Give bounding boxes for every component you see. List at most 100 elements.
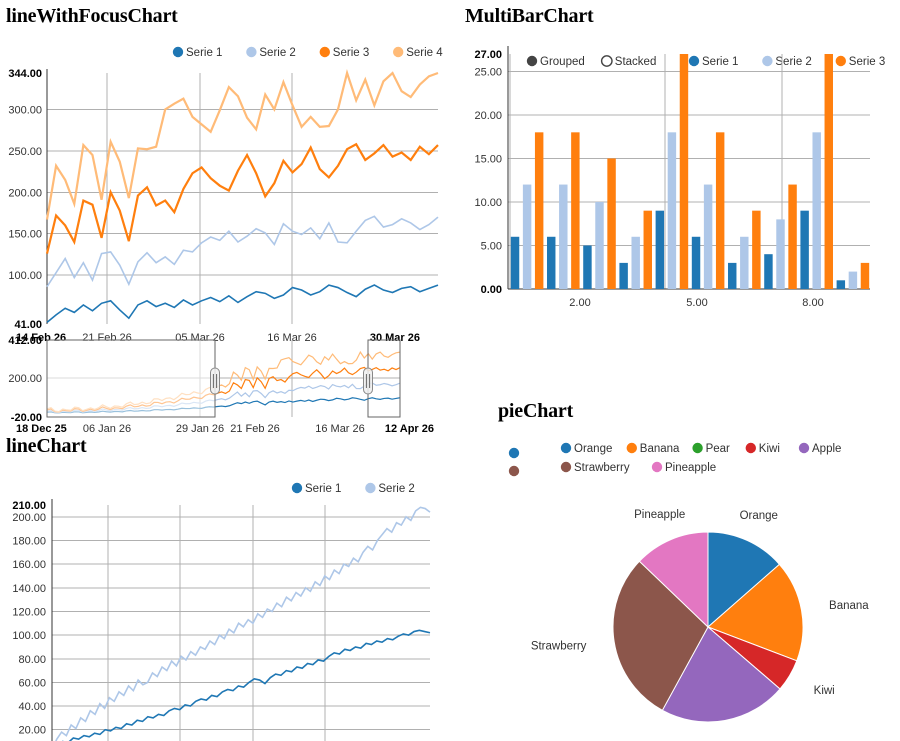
legend-dot-serie-1[interactable] — [172, 46, 184, 58]
pie-legend[interactable]: Orange Banana Pear Kiwi Apple Strawberry Pinea… — [560, 442, 842, 474]
y-axis-tick-140.00: 140.00 — [12, 583, 46, 595]
bar-serie-3[interactable] — [534, 132, 544, 289]
pie-legend-overflow-dots[interactable] — [508, 447, 520, 477]
bar-serie-2[interactable] — [595, 201, 604, 289]
bar-serie-1[interactable] — [691, 236, 701, 289]
y-axis-tick-250.00: 250.00 — [8, 146, 42, 158]
y-axis-tick-344.00: 344.00 — [8, 68, 42, 80]
bar-serie-3[interactable] — [571, 132, 580, 289]
y-axis-tick-40.00: 40.00 — [18, 701, 46, 713]
bar-serie-1[interactable] — [800, 210, 809, 289]
legend-label-serie-1: Serie 1 — [186, 47, 222, 59]
legend-dot-serie-2[interactable] — [762, 55, 773, 67]
panel-line-with-focus-chart: lineWithFocusChart Serie 1 Serie 2 Serie 3… — [0, 0, 450, 435]
bar-serie-1[interactable] — [728, 262, 737, 289]
bar-serie-3[interactable] — [860, 262, 870, 289]
control-dot-grouped[interactable] — [526, 55, 538, 67]
pie-chart-svg[interactable]: Orange Banana Pear Kiwi Apple Strawberry Pinea… — [450, 431, 900, 741]
legend-dot-serie-1[interactable] — [688, 55, 700, 67]
bar-serie-1[interactable] — [583, 245, 592, 289]
bar-group[interactable] — [764, 184, 797, 289]
bar-serie-2[interactable] — [631, 236, 640, 289]
legend-label-serie-3: Serie 3 — [333, 47, 369, 59]
x-axis-tick-2.00: 2.00 — [569, 297, 590, 309]
legend-label-serie-1: Serie 1 — [702, 56, 738, 68]
bar-serie-3[interactable] — [788, 184, 797, 289]
control-label-stacked: Stacked — [615, 56, 657, 68]
bar-serie-3[interactable] — [824, 54, 833, 289]
multibar-controls[interactable]: Grouped Stacked — [526, 55, 657, 68]
brush-region-left[interactable] — [46, 339, 216, 418]
legend-label-pear: Pear — [706, 443, 730, 455]
bar-serie-2[interactable] — [559, 184, 568, 289]
line-chart-legend[interactable]: Serie 1 Serie 2 — [291, 482, 415, 495]
legend-label-banana: Banana — [640, 443, 680, 455]
legend-label-serie-4: Serie 4 — [406, 47, 443, 59]
brush-handle-right[interactable] — [363, 367, 373, 395]
bar-serie-1[interactable] — [764, 254, 773, 289]
focus-series-serie-4 — [45, 69, 439, 220]
bar-serie-2[interactable] — [522, 184, 532, 289]
bar-serie-1[interactable] — [836, 280, 846, 289]
panel-pie-chart: pieChart Orange Banana Pear Kiwi Apple Strawb… — [450, 395, 900, 741]
bar-serie-2[interactable] — [667, 132, 677, 289]
line-with-focus-legend[interactable]: Serie 1 Serie 2 Serie 3 Serie 4 — [172, 46, 443, 59]
bar-serie-2[interactable] — [776, 219, 785, 289]
bar-group[interactable] — [655, 54, 689, 289]
legend-dot-orange[interactable] — [560, 442, 572, 454]
y-axis-tick-80.00: 80.00 — [18, 654, 46, 666]
bar-serie-3[interactable] — [752, 210, 761, 289]
bar-serie-3[interactable] — [643, 210, 652, 289]
legend-dot-serie-1[interactable] — [291, 482, 303, 494]
legend-dot-apple[interactable] — [798, 442, 810, 454]
bar-serie-2[interactable] — [812, 132, 821, 289]
legend-label-serie-3: Serie 3 — [849, 56, 885, 68]
bar-serie-3[interactable] — [679, 54, 689, 289]
legend-dot-kiwi[interactable] — [745, 442, 756, 454]
legend-label-pineapple: Pineapple — [665, 462, 716, 474]
bar-serie-2[interactable] — [848, 271, 858, 289]
focus-series-serie-1 — [46, 284, 439, 323]
line-with-focus-chart-svg[interactable]: Serie 1 Serie 2 Serie 3 Serie 4 41.00 100.00 1… — [0, 28, 450, 435]
bar-serie-2[interactable] — [740, 236, 749, 289]
y-axis-tick-0.00: 0.00 — [481, 284, 502, 296]
bar-group[interactable] — [836, 262, 870, 289]
bar-group[interactable] — [510, 132, 544, 289]
focus-context-chart[interactable]: -20.00200.00412.0018 Dec 25 06 Jan 26 29 J… — [8, 335, 434, 435]
line-chart-series-serie-1 — [62, 629, 431, 741]
bar-group[interactable] — [691, 132, 725, 289]
legend-dot-serie-2[interactable] — [365, 482, 376, 494]
pie-chart-title: pieChart — [498, 400, 574, 422]
multibar-legend[interactable]: Serie 1 Serie 2 Serie 3 — [688, 55, 885, 68]
line-chart-svg[interactable]: Serie 1Serie 22.0020.0040.0060.0080.0010… — [0, 466, 450, 741]
bar-group[interactable] — [583, 158, 616, 289]
legend-dot-serie-3[interactable] — [835, 55, 846, 67]
legend-dot-banana[interactable] — [626, 442, 637, 454]
brush-handle-left[interactable] — [210, 367, 220, 395]
legend-dot-strawberry[interactable] — [560, 461, 572, 473]
bar-serie-1[interactable] — [510, 236, 520, 289]
pie-slices[interactable]: OrangeBananaKiwiAppleStrawberryPineapple — [531, 509, 869, 741]
legend-dot-serie-2[interactable] — [246, 46, 257, 58]
legend-dot-pear[interactable] — [692, 442, 703, 454]
line-with-focus-chart-title: lineWithFocusChart — [6, 5, 178, 27]
bar-serie-3[interactable] — [715, 132, 725, 289]
x-axis-tick-5.00: 5.00 — [686, 297, 707, 309]
legend-dot-serie-3[interactable] — [319, 46, 330, 58]
bar-serie-1[interactable] — [547, 236, 556, 289]
bar-serie-1[interactable] — [655, 210, 665, 289]
bar-group[interactable] — [800, 54, 833, 289]
legend-dot-pineapple[interactable] — [651, 461, 663, 473]
bar-serie-1[interactable] — [619, 262, 628, 289]
legend-dot-overflow-1[interactable] — [508, 447, 520, 459]
legend-dot-serie-4[interactable] — [393, 46, 404, 58]
bar-serie-3[interactable] — [607, 158, 616, 289]
y-axis-tick-100.00: 100.00 — [12, 630, 46, 642]
bar-serie-2[interactable] — [703, 184, 713, 289]
bar-group[interactable] — [728, 210, 761, 289]
multi-bar-chart-svg[interactable]: Grouped Stacked Serie 1 Serie 2 Serie 3 0.00 5… — [450, 36, 900, 336]
control-dot-stacked[interactable] — [600, 55, 613, 67]
legend-dot-overflow-2[interactable] — [508, 465, 520, 477]
bar-group[interactable] — [547, 132, 580, 289]
bar-group[interactable] — [619, 210, 652, 289]
